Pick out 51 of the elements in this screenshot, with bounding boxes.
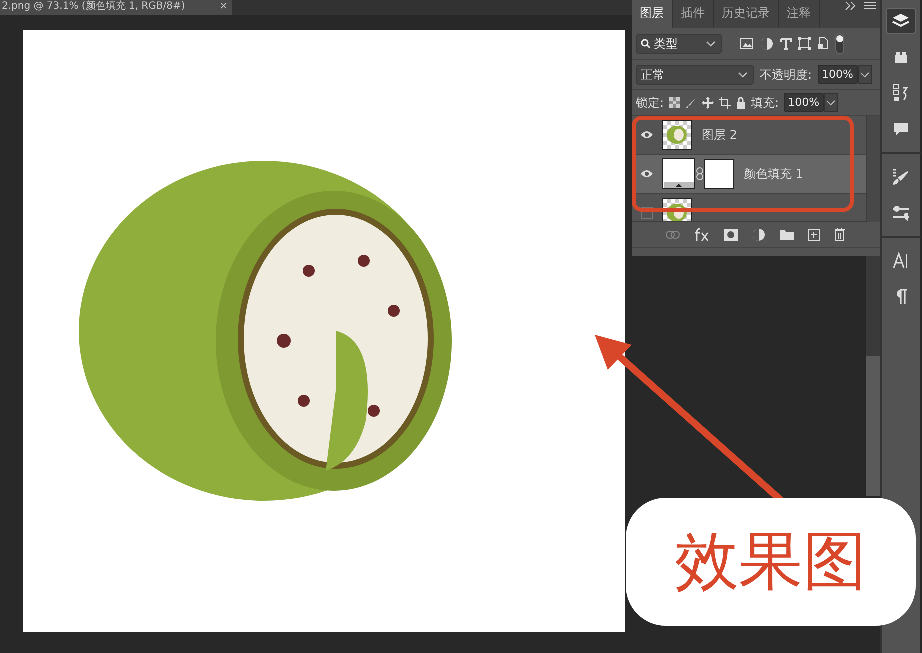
mask-thumbnail [704,159,734,189]
crop-icon[interactable] [719,96,732,108]
lock-label: 锁定: [636,94,664,112]
link-icon [696,167,704,181]
smart-object-icon[interactable] [817,37,829,50]
canvas-scrollbar[interactable] [866,256,880,496]
document-tab[interactable]: 2.png @ 73.1% (颜色填充 1, RGB/8#) × [0,0,232,15]
panel-tab[interactable]: 图层 [632,0,673,28]
folder-icon[interactable] [780,229,794,240]
fx-icon[interactable] [694,228,710,242]
move-icon[interactable] [702,96,714,108]
panel-tab[interactable]: 历史记录 [714,0,779,28]
document-title: 2.png @ 73.1% (颜色填充 1, RGB/8#) [2,0,186,14]
filter-value: 类型 [654,36,678,52]
history-icon[interactable] [891,83,911,103]
adjustment-icon[interactable] [760,36,774,50]
layer-name: 颜色填充 1 [744,166,804,183]
eye-icon[interactable] [640,130,654,140]
image-icon[interactable] [740,38,754,50]
opacity-field[interactable]: 100% [818,65,858,84]
panel-tab[interactable]: 注释 [779,0,820,28]
eye-icon[interactable] [640,169,654,179]
expand-icon[interactable] [844,0,858,12]
shape-icon[interactable] [798,37,811,50]
panel-tab[interactable]: 插件 [673,0,714,28]
caret-icon[interactable] [824,93,838,112]
filter-select[interactable]: 类型 [636,34,722,54]
blend-mode-value: 正常 [641,66,665,84]
annotation-text: 效果图 [675,530,867,594]
mask-icon[interactable] [724,228,738,240]
adjustment-sliders-icon[interactable] [891,203,911,223]
fill-field[interactable]: 100% [784,93,824,112]
new-layer-icon[interactable] [808,228,820,240]
brush-presets-icon[interactable] [891,167,911,187]
filter-toggle-icon[interactable] [835,32,845,54]
adjustment-icon[interactable] [752,228,766,242]
layers-scrollbar[interactable] [866,116,880,222]
blend-mode-select[interactable]: 正常 [636,64,754,84]
type-icon[interactable] [780,38,792,50]
trash-icon[interactable] [834,228,846,241]
layer-name: 图层 2 [702,127,738,144]
fill-thumbnail-icon [662,158,696,190]
search-icon [641,38,651,48]
fill-label: 填充: [751,94,780,112]
close-button[interactable]: × [220,0,228,15]
cake-thumbnail-icon [667,126,687,144]
opacity-label: 不透明度: [760,66,812,84]
cake-thumbnail-icon [667,204,687,221]
checker-icon[interactable] [669,97,680,108]
lock-icon[interactable] [736,96,746,108]
caret-icon[interactable] [858,65,872,84]
